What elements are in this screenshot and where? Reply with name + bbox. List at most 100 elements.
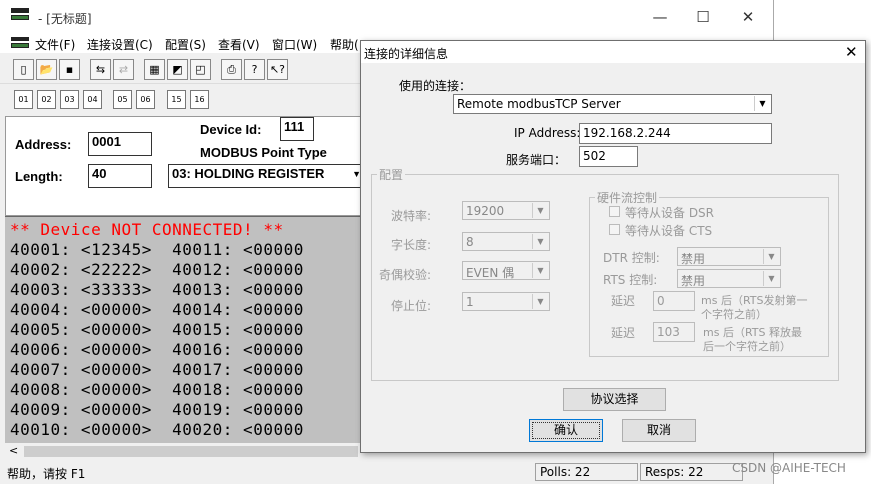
- register-display: ** Device NOT CONNECTED! ** 40001: <1234…: [5, 216, 360, 444]
- rts-label: RTS 控制:: [603, 273, 658, 287]
- cancel-button[interactable]: 取消: [622, 419, 696, 442]
- function-03-button[interactable]: 03: [60, 90, 79, 109]
- menu-setup[interactable]: 配置(S): [165, 36, 206, 53]
- parity-select[interactable]: EVEN 偶 ▼: [462, 261, 550, 280]
- stopbits-select[interactable]: 1 ▼: [462, 292, 550, 311]
- address-label: Address:: [15, 137, 72, 152]
- title-bar: - [无标题] — ☐ ✕: [0, 0, 773, 33]
- dialog-title: 连接的详细信息: [364, 47, 449, 61]
- register-row: 40006: <00000> 40016: <00000: [10, 340, 304, 359]
- document-icon[interactable]: [11, 37, 29, 49]
- new-icon[interactable]: ▯: [13, 59, 34, 80]
- status-bar: 帮助，请按 F1 Polls: 22 Resps: 22: [0, 461, 773, 484]
- chevron-down-icon: ▼: [532, 263, 548, 278]
- connection-details-dialog: 连接的详细信息 ✕ 使用的连接： Remote modbusTCP Server…: [360, 40, 866, 453]
- port-field[interactable]: 502: [579, 146, 638, 167]
- resps-counter: Resps: 22: [640, 463, 743, 481]
- register-row: 40005: <00000> 40015: <00000: [10, 320, 304, 339]
- port-label: 服务端口：: [506, 153, 567, 167]
- wait-cts-checkbox[interactable]: [609, 224, 620, 235]
- baud-label: 波特率:: [391, 209, 432, 223]
- chevron-down-icon: ▼: [532, 234, 548, 249]
- databits-label: 字长度:: [391, 238, 432, 252]
- stopbits-label: 停止位:: [391, 299, 432, 313]
- address-field[interactable]: 0001: [88, 132, 152, 156]
- databits-value: 8: [466, 235, 474, 249]
- close-button[interactable]: ✕: [733, 6, 763, 28]
- connection-value: Remote modbusTCP Server: [457, 97, 621, 111]
- parity-label: 奇偶校验:: [379, 268, 432, 282]
- function-06-button[interactable]: 06: [136, 90, 155, 109]
- delay2-label: 延迟: [611, 326, 636, 340]
- wait-dsr-checkbox[interactable]: [609, 206, 620, 217]
- baud-select[interactable]: 19200 ▼: [462, 201, 550, 220]
- menu-help[interactable]: 帮助(: [330, 36, 359, 53]
- window-icon[interactable]: ◰: [190, 59, 211, 80]
- disconnect-icon[interactable]: ⇄: [113, 59, 134, 80]
- save-icon[interactable]: ▪: [59, 59, 80, 80]
- scan-icon[interactable]: ▦: [144, 59, 165, 80]
- connection-select[interactable]: Remote modbusTCP Server ▼: [453, 94, 772, 114]
- menu-file[interactable]: 文件(F): [35, 36, 75, 53]
- register-row: 40007: <00000> 40017: <00000: [10, 360, 304, 379]
- delay2-field[interactable]: 103: [653, 322, 695, 342]
- horizontal-scrollbar[interactable]: <: [5, 443, 360, 460]
- length-field[interactable]: 40: [88, 164, 152, 188]
- function-16-button[interactable]: 16: [190, 90, 209, 109]
- rts-select[interactable]: 禁用 ▼: [677, 269, 781, 288]
- register-row: 40002: <22222> 40012: <00000: [10, 260, 304, 279]
- rts-value: 禁用: [681, 274, 706, 288]
- dtr-label: DTR 控制:: [603, 251, 660, 265]
- status-help-text: 帮助，请按 F1: [7, 467, 86, 481]
- menu-connection[interactable]: 连接设置(C): [87, 36, 153, 53]
- scrollbar-thumb[interactable]: [24, 446, 358, 457]
- length-label: Length:: [15, 169, 63, 184]
- menu-window[interactable]: 窗口(W): [272, 36, 317, 53]
- watermark: CSDN @AIHE-TECH: [732, 461, 846, 475]
- connection-status: ** Device NOT CONNECTED! **: [10, 220, 284, 239]
- context-help-icon[interactable]: ↖?: [267, 59, 288, 80]
- wait-cts-label: 等待从设备 CTS: [625, 224, 713, 238]
- connection-label: 使用的连接：: [399, 79, 472, 93]
- delay2-note-line2: 后一个字符之前）: [703, 340, 791, 353]
- print-icon[interactable]: ⎙: [221, 59, 242, 80]
- device-id-field[interactable]: 111: [280, 117, 314, 141]
- function-04-button[interactable]: 04: [83, 90, 102, 109]
- point-type-label: MODBUS Point Type: [200, 145, 327, 160]
- dialog-close-button[interactable]: ✕: [845, 43, 858, 61]
- dialog-title-bar: 连接的详细信息 ✕: [361, 41, 865, 63]
- scroll-left-icon[interactable]: <: [9, 444, 18, 457]
- device-id-label: Device Id:: [200, 122, 262, 137]
- maximize-button[interactable]: ☐: [688, 6, 718, 28]
- register-row: 40004: <00000> 40014: <00000: [10, 300, 304, 319]
- dtr-select[interactable]: 禁用 ▼: [677, 247, 781, 266]
- polls-counter: Polls: 22: [535, 463, 638, 481]
- ip-address-field[interactable]: 192.168.2.244: [579, 123, 772, 144]
- chevron-down-icon: ▼: [763, 249, 779, 264]
- connect-icon[interactable]: ⇆: [90, 59, 111, 80]
- function-05-button[interactable]: 05: [113, 90, 132, 109]
- function-02-button[interactable]: 02: [37, 90, 56, 109]
- config-group-label: 配置: [377, 166, 406, 183]
- chevron-down-icon: ▼: [532, 294, 548, 309]
- protocol-select-button[interactable]: 协议选择: [563, 388, 666, 411]
- ip-address-label: IP Address:: [514, 126, 581, 140]
- ok-button[interactable]: 确认: [529, 419, 603, 442]
- point-type-value: 03: HOLDING REGISTER: [172, 166, 325, 181]
- poll-definition-pane: Address: 0001 Device Id: 111 MODBUS Poin…: [5, 116, 362, 216]
- function-15-button[interactable]: 15: [167, 90, 186, 109]
- databits-select[interactable]: 8 ▼: [462, 232, 550, 251]
- function-01-button[interactable]: 01: [14, 90, 33, 109]
- delay1-field[interactable]: 0: [653, 291, 695, 311]
- register-row: 40003: <33333> 40013: <00000: [10, 280, 304, 299]
- dtr-value: 禁用: [681, 252, 706, 266]
- help-icon[interactable]: ?: [244, 59, 265, 80]
- open-icon[interactable]: 📂: [36, 59, 57, 80]
- parity-value: EVEN 偶: [466, 266, 515, 280]
- point-type-select[interactable]: 03: HOLDING REGISTER ▼: [168, 164, 361, 188]
- register-row: 40001: <12345> 40011: <00000: [10, 240, 304, 259]
- menu-view[interactable]: 查看(V): [218, 36, 260, 53]
- monitor-icon[interactable]: ◩: [167, 59, 188, 80]
- minimize-button[interactable]: —: [645, 6, 675, 28]
- wait-dsr-label: 等待从设备 DSR: [625, 206, 715, 220]
